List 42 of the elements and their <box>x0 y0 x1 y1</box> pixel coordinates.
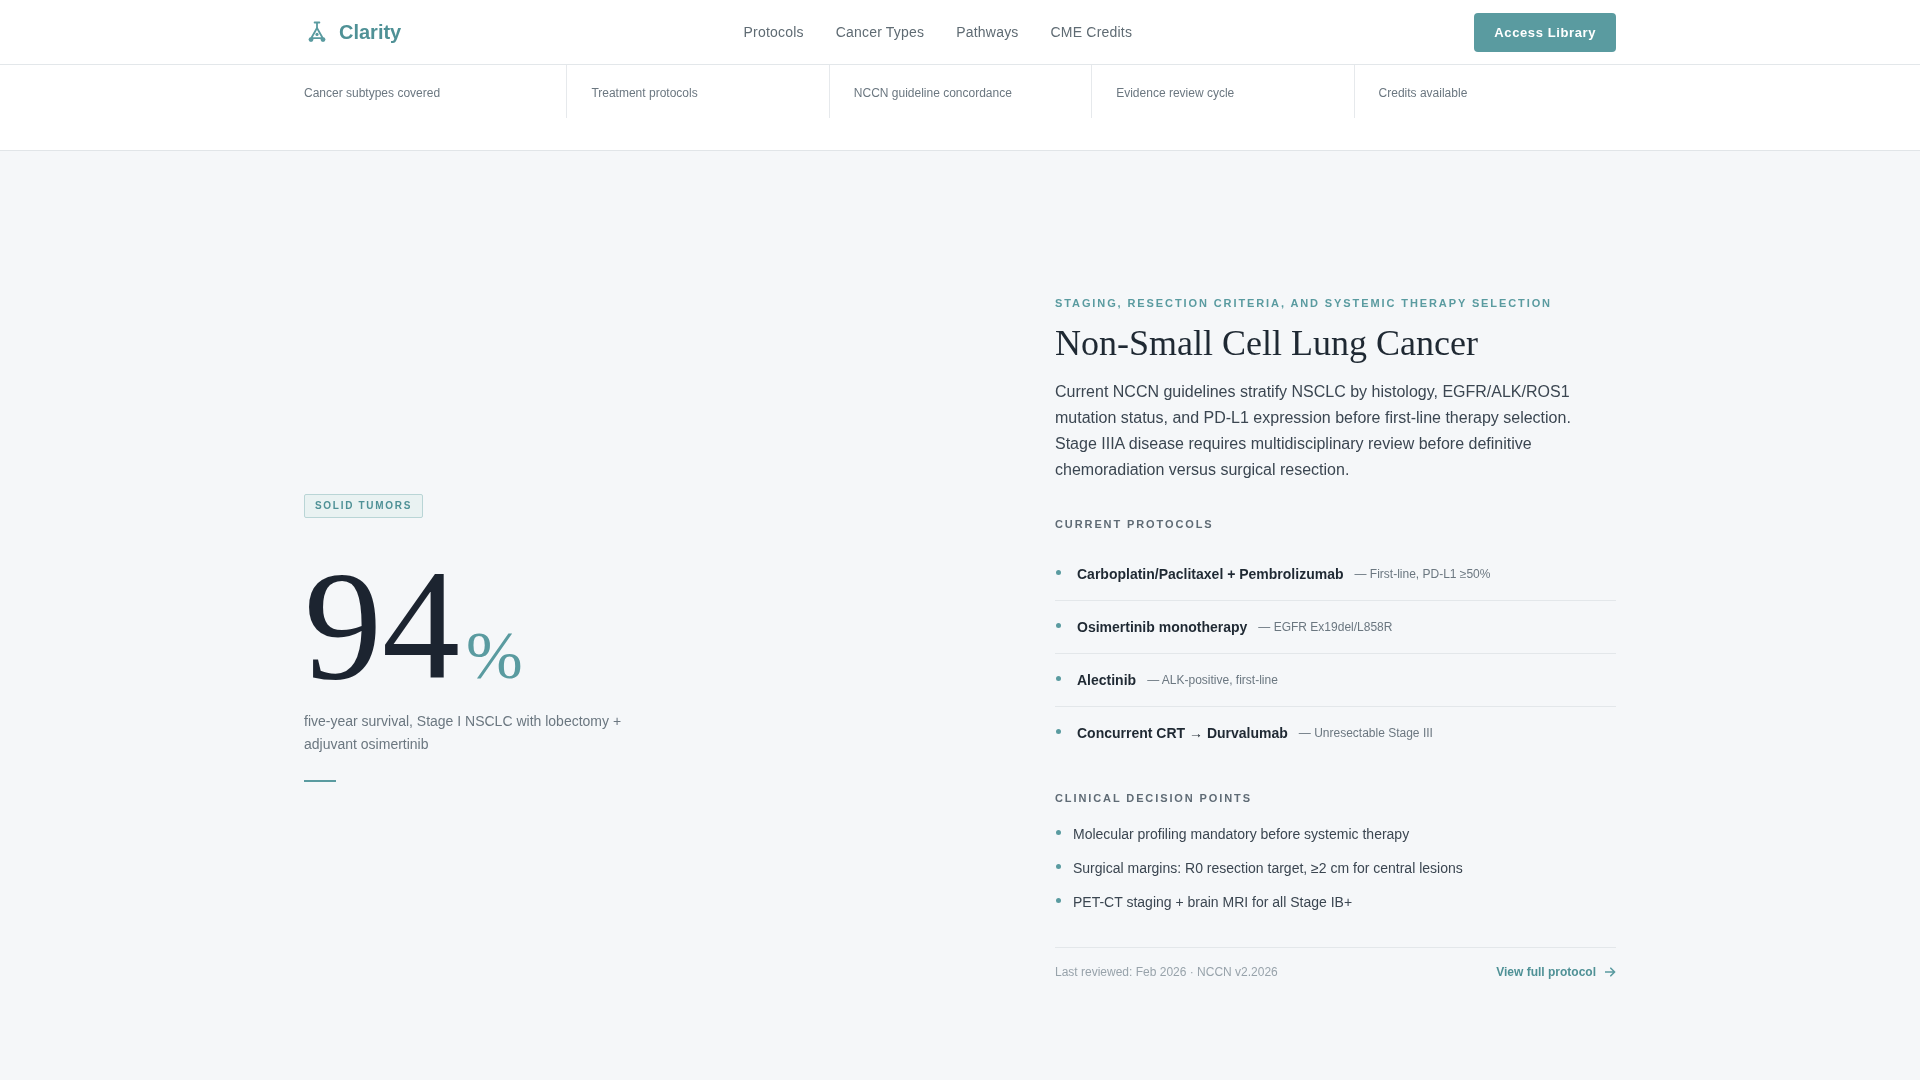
arrow-right-icon <box>1605 967 1616 977</box>
bullet-icon <box>1056 898 1061 903</box>
protocol-note: — EGFR Ex19del/L858R <box>1258 620 1393 634</box>
protocol-note: — Unresectable Stage III <box>1298 726 1433 740</box>
decision-point: Surgical margins: R0 resection target, ≥2 cm for central lesions <box>1073 859 1463 878</box>
category-tag: SOLID TUMORS <box>304 493 424 518</box>
review-note: Last reviewed: Feb 2026 · NCCN v2.2026 <box>1055 964 1278 980</box>
bullet-icon <box>1056 830 1061 835</box>
bullet-icon <box>1056 570 1061 575</box>
survival-caption: five-year survival, Stage I NSCLC with lobectomy + adjuvant osimertinib <box>304 711 623 754</box>
protocol-note: — ALK-positive, first-line <box>1147 673 1278 687</box>
stat-label: Credits available <box>1378 85 1469 101</box>
nav-link[interactable]: Protocols <box>743 24 804 40</box>
nav-link[interactable]: Pathways <box>956 24 1019 40</box>
page-title: Non-Small Cell Lung Cancer <box>1055 322 1479 365</box>
stat-label: Cancer subtypes covered <box>304 85 442 101</box>
decision-point: Molecular profiling mandatory before systemic therapy <box>1073 825 1410 844</box>
bullet-icon <box>1056 729 1061 734</box>
flask-icon <box>307 21 327 43</box>
section-heading: CURRENT PROTOCOLS <box>1055 517 1215 532</box>
percent-sign: % <box>466 620 523 689</box>
bullet-icon <box>1056 676 1061 681</box>
nav-link[interactable]: Cancer Types <box>835 24 925 40</box>
protocol-note: — First-line, PD-L1 ≥50% <box>1354 567 1491 581</box>
section-eyebrow: STAGING, RESECTION CRITERIA, AND SYSTEMIC THERAPY SELECTION <box>1055 296 1553 311</box>
nav-link[interactable]: CME Credits <box>1050 24 1133 40</box>
section-heading: CLINICAL DECISION POINTS <box>1055 791 1253 806</box>
protocol-name: Alectinib <box>1077 672 1137 688</box>
stat-label: Evidence review cycle <box>1116 85 1236 101</box>
bullet-icon <box>1056 623 1061 628</box>
protocol-name: Concurrent CRT → Durvalumab <box>1077 725 1288 741</box>
view-protocol-link[interactable]: View full protocol <box>1496 964 1616 980</box>
survival-figure: 94 <box>304 547 460 704</box>
stat-label: Treatment protocols <box>591 85 699 101</box>
stat-label: NCCN guideline concordance <box>853 85 1013 101</box>
decision-point: PET-CT staging + brain MRI for all Stage IB+ <box>1073 893 1353 912</box>
home-logo-link[interactable]: Clarity <box>304 20 402 44</box>
bullet-icon <box>1056 864 1061 869</box>
summary-paragraph: Current NCCN guidelines stratify NSCLC by histology, EGFR/ALK/ROS1 mutation status, and PD-L1 expression before first-line therapy selection. Stage IIIA disease requires multidisciplinary review before definitive chemoradiation versus surgical resection. <box>1055 382 1572 480</box>
protocol-name: Carboplatin/Paclitaxel + Pembrolizumab <box>1077 566 1344 582</box>
access-library-button[interactable]: Access Library <box>1474 12 1616 52</box>
protocol-name: Osimertinib monotherapy <box>1077 619 1248 635</box>
